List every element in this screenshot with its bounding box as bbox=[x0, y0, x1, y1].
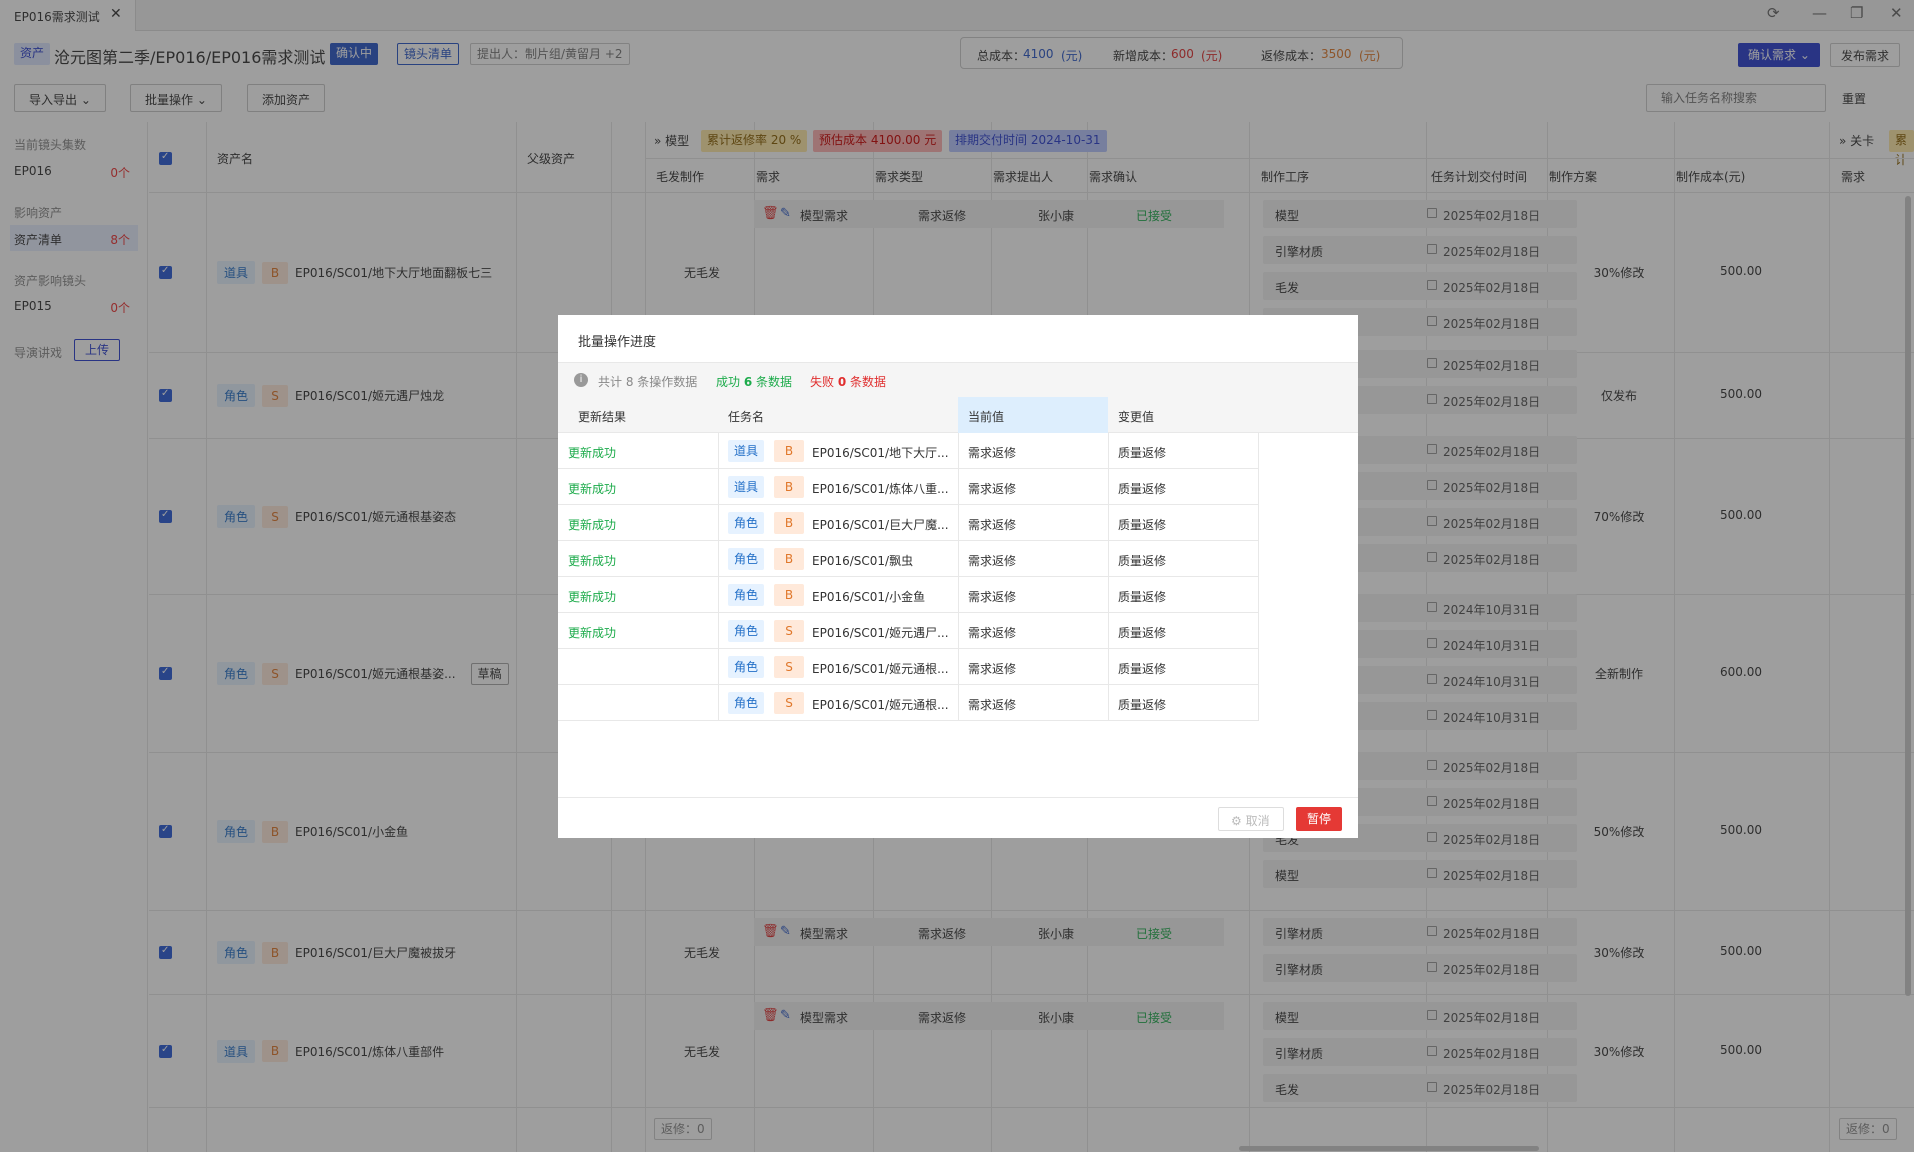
task-name: EP016/SC01/巨大尸魔... bbox=[812, 518, 949, 532]
task-name: EP016/SC01/飘虫 bbox=[812, 554, 914, 568]
info-icon: i bbox=[574, 373, 588, 387]
dialog-title: 批量操作进度 bbox=[578, 335, 657, 350]
task-name: EP016/SC01/炼体八重... bbox=[812, 482, 949, 496]
dialog-row: 更新成功 道具 B EP016/SC01/地下大厅... 需求返修 质量返修 bbox=[558, 433, 1259, 469]
type-tag: 道具 bbox=[728, 476, 765, 498]
task-name: EP016/SC01/地下大厅... bbox=[812, 446, 949, 460]
type-tag: 角色 bbox=[728, 620, 765, 642]
dialog-row: 更新成功 角色 B EP016/SC01/小金鱼 需求返修 质量返修 bbox=[558, 577, 1259, 613]
level-tag: B bbox=[774, 584, 804, 606]
dialog-table-header: 更新结果 任务名 当前值 变更值 bbox=[558, 397, 1358, 433]
new-value: 质量返修 bbox=[1118, 662, 1167, 676]
level-tag: B bbox=[774, 512, 804, 534]
dialog-row: 更新成功 角色 B EP016/SC01/巨大尸魔... 需求返修 质量返修 bbox=[558, 505, 1259, 541]
type-tag: 角色 bbox=[728, 692, 765, 714]
dialog-row: 角色 S EP016/SC01/姬元通根... 需求返修 质量返修 bbox=[558, 685, 1259, 721]
level-tag: B bbox=[774, 476, 804, 498]
new-value: 质量返修 bbox=[1118, 446, 1167, 460]
dialog-row: 更新成功 角色 S EP016/SC01/姬元遇尸... 需求返修 质量返修 bbox=[558, 613, 1259, 649]
new-value: 质量返修 bbox=[1118, 698, 1167, 712]
update-result: 更新成功 bbox=[568, 626, 617, 640]
new-value: 质量返修 bbox=[1118, 482, 1167, 496]
task-name: EP016/SC01/姬元通根... bbox=[812, 662, 949, 676]
current-value: 需求返修 bbox=[968, 554, 1017, 568]
dialog-row: 角色 S EP016/SC01/姬元通根... 需求返修 质量返修 bbox=[558, 649, 1259, 685]
batch-progress-dialog: 批量操作进度 i 共计 8 条操作数据 成功 6 条数据 失败 0 条数据 更新… bbox=[558, 315, 1358, 838]
task-name: EP016/SC01/小金鱼 bbox=[812, 590, 926, 604]
level-tag: S bbox=[774, 692, 804, 714]
dialog-row: 更新成功 道具 B EP016/SC01/炼体八重... 需求返修 质量返修 bbox=[558, 469, 1259, 505]
type-tag: 角色 bbox=[728, 584, 765, 606]
current-value: 需求返修 bbox=[968, 626, 1017, 640]
type-tag: 道具 bbox=[728, 440, 765, 462]
type-tag: 角色 bbox=[728, 512, 765, 534]
level-tag: B bbox=[774, 548, 804, 570]
level-tag: S bbox=[774, 620, 804, 642]
level-tag: S bbox=[774, 656, 804, 678]
task-name: EP016/SC01/姬元通根... bbox=[812, 698, 949, 712]
task-name: EP016/SC01/姬元遇尸... bbox=[812, 626, 949, 640]
summary-bar: i 共计 8 条操作数据 成功 6 条数据 失败 0 条数据 bbox=[558, 363, 1358, 397]
success-count: 成功 6 条数据 bbox=[716, 375, 793, 389]
new-value: 质量返修 bbox=[1118, 554, 1167, 568]
new-value: 质量返修 bbox=[1118, 518, 1167, 532]
level-tag: B bbox=[774, 440, 804, 462]
new-value: 质量返修 bbox=[1118, 626, 1167, 640]
dialog-row: 更新成功 角色 B EP016/SC01/飘虫 需求返修 质量返修 bbox=[558, 541, 1259, 577]
new-value: 质量返修 bbox=[1118, 590, 1167, 604]
update-result: 更新成功 bbox=[568, 554, 617, 568]
update-result: 更新成功 bbox=[568, 518, 617, 532]
fail-count: 失败 0 条数据 bbox=[810, 375, 887, 389]
type-tag: 角色 bbox=[728, 656, 765, 678]
current-value: 需求返修 bbox=[968, 662, 1017, 676]
update-result: 更新成功 bbox=[568, 590, 617, 604]
type-tag: 角色 bbox=[728, 548, 765, 570]
update-result: 更新成功 bbox=[568, 446, 617, 460]
current-value: 需求返修 bbox=[968, 446, 1017, 460]
update-result: 更新成功 bbox=[568, 482, 617, 496]
cancel-button[interactable]: ⚙ 取消 bbox=[1218, 807, 1284, 831]
current-value: 需求返修 bbox=[968, 518, 1017, 532]
current-value: 需求返修 bbox=[968, 482, 1017, 496]
pause-button[interactable]: 暂停 bbox=[1296, 807, 1342, 831]
current-value: 需求返修 bbox=[968, 590, 1017, 604]
current-value: 需求返修 bbox=[968, 698, 1017, 712]
